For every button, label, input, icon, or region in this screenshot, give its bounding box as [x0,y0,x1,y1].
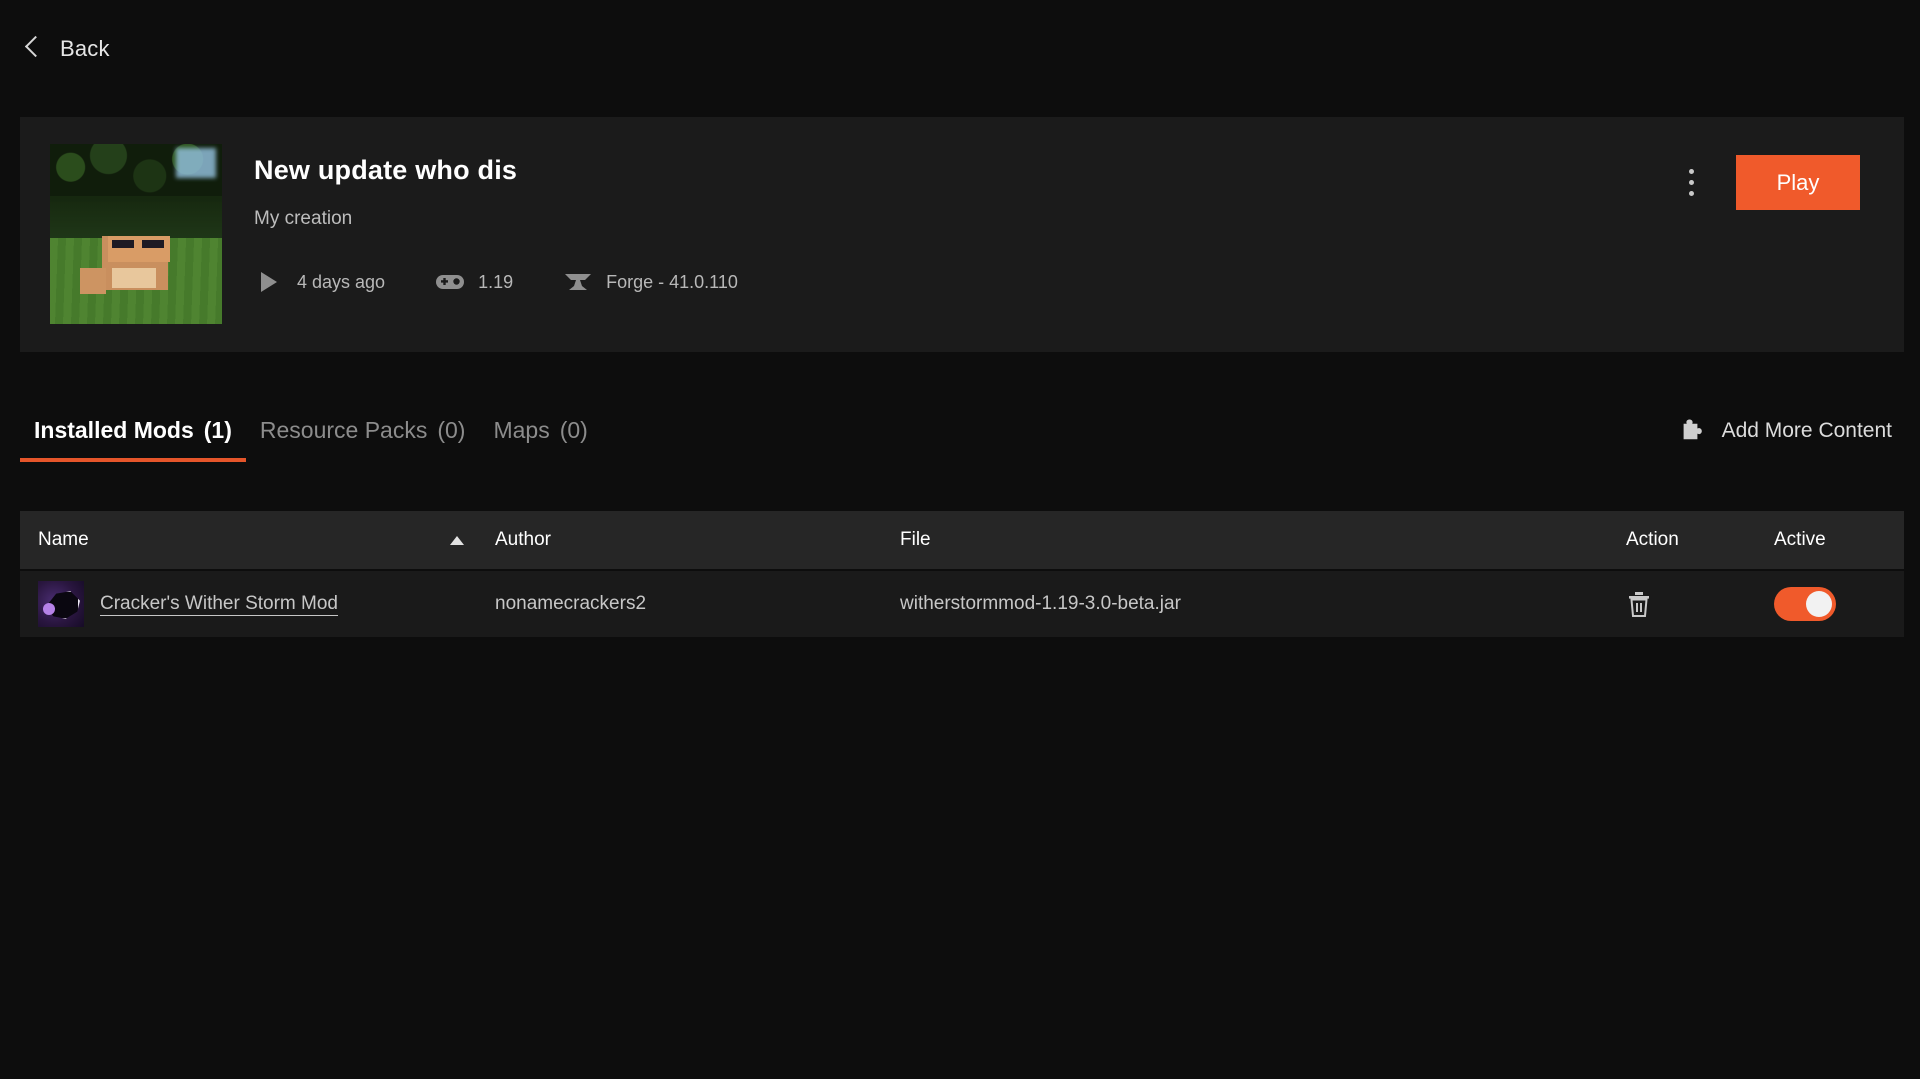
thumbnail-frog-eye-right [142,240,164,248]
column-header-active: Active [1774,529,1904,551]
meta-last-played: 4 days ago [254,269,385,295]
mod-author-cell: nonamecrackers2 [495,593,900,615]
tab-resource-packs-count: (0) [437,417,465,443]
tab-installed-mods-count: (1) [204,417,232,443]
mods-table: Name Author File Action Active Cracker's… [20,511,1904,637]
mod-active-toggle[interactable] [1774,587,1904,621]
column-header-action: Action [1626,529,1774,551]
table-row: Cracker's Wither Storm Mod nonamecracker… [20,571,1904,637]
mod-name-cell: Cracker's Wither Storm Mod [20,581,450,627]
thumbnail-frog-foot [80,268,106,294]
content-tabs: Installed Mods (1) Resource Packs (0) Maps… [20,417,602,462]
mod-delete-button[interactable] [1626,590,1774,618]
instance-title: New update who dis [254,155,1676,186]
mod-manager-page: Back New update who dis My creation [0,0,1920,1079]
tab-installed-mods-label: Installed Mods [34,417,194,443]
back-button-label: Back [60,36,110,62]
instance-card: New update who dis My creation 4 days ag… [20,117,1904,352]
column-header-name[interactable]: Name [20,529,450,551]
chevron-left-icon [22,32,42,66]
tab-maps-label: Maps [493,417,549,443]
anvil-icon [563,269,593,295]
meta-last-played-label: 4 days ago [297,272,385,293]
column-header-name-label: Name [38,529,89,551]
column-header-author[interactable]: Author [495,529,900,551]
add-more-content-label: Add More Content [1722,419,1892,443]
column-header-file[interactable]: File [900,529,1626,551]
thumbnail-sky [176,148,216,178]
kebab-menu-icon[interactable] [1676,163,1706,203]
mods-table-header: Name Author File Action Active [20,511,1904,569]
tab-installed-mods[interactable]: Installed Mods (1) [20,417,246,462]
tab-resource-packs[interactable]: Resource Packs (0) [246,417,480,462]
thumbnail-frog-belly [112,268,156,288]
back-button[interactable]: Back [0,0,110,98]
tab-maps[interactable]: Maps (0) [479,417,601,462]
trash-icon [1626,590,1652,618]
instance-actions: Play [1676,155,1860,210]
play-triangle-icon [254,269,284,295]
instance-info: New update who dis My creation 4 days ag… [254,155,1676,295]
add-more-content-button[interactable]: Add More Content [1680,418,1892,444]
meta-game-version-label: 1.19 [478,272,513,293]
meta-game-version: 1.19 [435,269,513,295]
mod-file-cell: witherstormmod-1.19-3.0-beta.jar [900,593,1626,615]
tab-resource-packs-label: Resource Packs [260,417,427,443]
instance-thumbnail [50,144,222,324]
mod-name-link[interactable]: Cracker's Wither Storm Mod [100,593,338,615]
toggle-knob [1806,591,1832,617]
meta-modloader: Forge - 41.0.110 [563,269,738,295]
instance-meta-row: 4 days ago 1.19 [254,269,1676,295]
instance-subtitle: My creation [254,208,1676,230]
puzzle-piece-icon [1680,418,1706,444]
wither-storm-mod-icon [38,581,84,627]
gamepad-icon [435,269,465,295]
tab-maps-count: (0) [560,417,588,443]
sort-ascending-icon[interactable] [450,536,495,545]
content-tabs-bar: Installed Mods (1) Resource Packs (0) Maps… [0,396,1920,482]
toggle-switch[interactable] [1774,587,1836,621]
meta-modloader-label: Forge - 41.0.110 [606,272,738,293]
thumbnail-frog-eye-left [112,240,134,248]
play-button[interactable]: Play [1736,155,1860,210]
